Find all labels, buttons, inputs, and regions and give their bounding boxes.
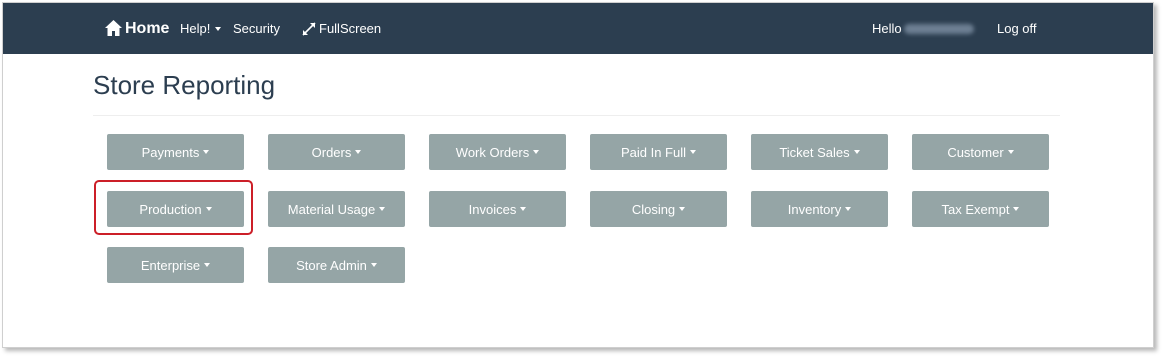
enterprise-dropdown-button[interactable]: Enterprise bbox=[107, 247, 244, 283]
button-label: Payments bbox=[141, 144, 200, 160]
app-window: Home Help! Security FullScreen Hello Log… bbox=[2, 2, 1154, 348]
invoices-dropdown-button[interactable]: Invoices bbox=[429, 191, 566, 227]
chevron-down-icon bbox=[690, 150, 697, 154]
button-label: Material Usage bbox=[287, 201, 376, 217]
fullscreen-label: FullScreen bbox=[319, 21, 382, 36]
button-label: Paid In Full bbox=[620, 144, 687, 160]
chevron-down-icon bbox=[203, 150, 210, 154]
chevron-down-icon bbox=[1007, 150, 1014, 154]
button-label: Ticket Sales bbox=[779, 144, 850, 160]
button-label: Inventory bbox=[787, 201, 842, 217]
ticket-sales-dropdown-button[interactable]: Ticket Sales bbox=[751, 134, 888, 170]
material-usage-dropdown-button[interactable]: Material Usage bbox=[268, 191, 405, 227]
chevron-down-icon bbox=[215, 26, 222, 31]
chevron-down-icon bbox=[853, 150, 860, 154]
paid-in-full-dropdown-button[interactable]: Paid In Full bbox=[590, 134, 727, 170]
expand-icon bbox=[302, 21, 316, 36]
security-label: Security bbox=[233, 21, 280, 36]
button-label: Closing bbox=[631, 201, 676, 217]
home-link[interactable]: Home bbox=[105, 3, 169, 54]
button-label: Store Admin bbox=[296, 257, 367, 273]
button-label: Enterprise bbox=[140, 257, 201, 273]
closing-dropdown-button[interactable]: Closing bbox=[590, 191, 727, 227]
security-link[interactable]: Security bbox=[233, 3, 280, 54]
chevron-down-icon bbox=[533, 150, 540, 154]
chevron-down-icon bbox=[370, 263, 377, 267]
chevron-down-icon bbox=[845, 207, 852, 211]
orders-dropdown-button[interactable]: Orders bbox=[268, 134, 405, 170]
customer-dropdown-button[interactable]: Customer bbox=[912, 134, 1049, 170]
top-navbar: Home Help! Security FullScreen Hello Log… bbox=[3, 3, 1153, 54]
production-highlight-box bbox=[94, 180, 253, 235]
store-admin-dropdown-button[interactable]: Store Admin bbox=[268, 247, 405, 283]
help-dropdown[interactable]: Help! bbox=[180, 3, 222, 54]
button-label: Customer bbox=[947, 144, 1004, 160]
fullscreen-link[interactable]: FullScreen bbox=[302, 3, 381, 54]
help-label: Help! bbox=[180, 21, 211, 36]
chevron-down-icon bbox=[520, 207, 527, 211]
user-greeting: Hello bbox=[872, 3, 974, 54]
redacted-username bbox=[903, 23, 974, 34]
chevron-down-icon bbox=[379, 207, 386, 211]
logoff-label: Log off bbox=[997, 21, 1037, 36]
chevron-down-icon bbox=[679, 207, 686, 211]
tax-exempt-dropdown-button[interactable]: Tax Exempt bbox=[912, 191, 1049, 227]
payments-dropdown-button[interactable]: Payments bbox=[107, 134, 244, 170]
home-label: Home bbox=[125, 19, 170, 37]
button-label: Work Orders bbox=[455, 144, 530, 160]
inventory-dropdown-button[interactable]: Inventory bbox=[751, 191, 888, 227]
hello-label: Hello bbox=[872, 21, 902, 36]
button-label: Orders bbox=[311, 144, 352, 160]
title-divider bbox=[93, 115, 1060, 116]
button-label: Invoices bbox=[468, 201, 517, 217]
chevron-down-icon bbox=[355, 150, 362, 154]
chevron-down-icon bbox=[204, 263, 211, 267]
button-label: Tax Exempt bbox=[941, 201, 1010, 217]
work-orders-dropdown-button[interactable]: Work Orders bbox=[429, 134, 566, 170]
page-title: Store Reporting bbox=[93, 70, 276, 100]
chevron-down-icon bbox=[1013, 207, 1020, 211]
home-icon bbox=[105, 19, 122, 36]
logoff-link[interactable]: Log off bbox=[997, 3, 1037, 54]
